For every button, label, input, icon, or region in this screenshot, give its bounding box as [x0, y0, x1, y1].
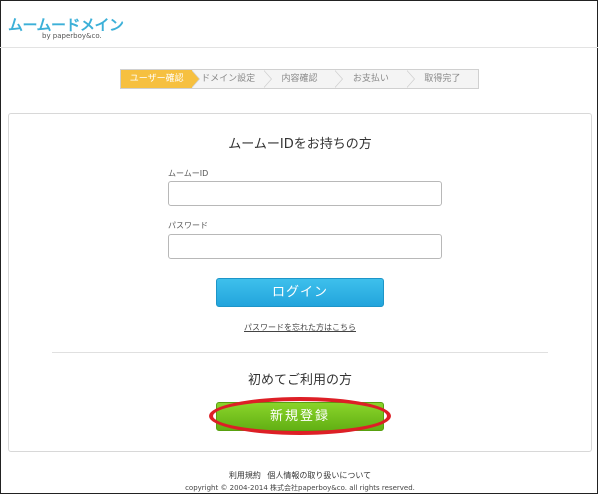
terms-link[interactable]: 利用規約 — [229, 471, 261, 480]
forgot-password-link[interactable]: パスワードを忘れた方はこちら — [0, 322, 600, 333]
section-divider — [52, 352, 548, 353]
login-button[interactable]: ログイン — [216, 278, 384, 307]
logo-subtitle: by paperboy&co. — [42, 32, 102, 40]
copyright-text: copyright © 2004-2014 株式会社paperboy&co. a… — [185, 484, 415, 492]
muumuu-id-label: ムームーID — [168, 169, 209, 178]
new-user-section-title: 初めてご利用の方 — [247, 373, 352, 388]
red-highlight-circle — [209, 397, 391, 435]
footer-links: 利用規約 個人情報の取り扱いについて — [0, 470, 600, 481]
password-label: パスワード — [168, 221, 208, 230]
site-logo[interactable]: ムームードメイン by paperboy&co. — [8, 14, 124, 40]
step-complete: 取得完了 — [407, 70, 478, 88]
step-arrow-icon — [262, 70, 272, 88]
step-arrow-icon — [334, 70, 344, 88]
step-domain-settings: ドメイン設定 — [192, 70, 272, 88]
progress-steps: ユーザー確認 ドメイン設定 内容確認 お支払い 取得完了 — [120, 69, 479, 89]
step-label: 取得完了 — [424, 74, 461, 84]
privacy-link[interactable]: 個人情報の取り扱いについて — [267, 471, 371, 480]
muumuu-id-input[interactable] — [168, 181, 442, 206]
step-label: 内容確認 — [281, 74, 318, 84]
password-input[interactable] — [168, 234, 442, 259]
step-confirm: 内容確認 — [264, 70, 344, 88]
step-arrow-icon — [405, 70, 415, 88]
step-user-check: ユーザー確認 — [121, 70, 201, 88]
step-label: お支払い — [352, 74, 389, 84]
step-arrow-icon — [191, 70, 201, 88]
step-payment: お支払い — [335, 70, 415, 88]
header-divider — [0, 47, 598, 48]
step-label: ユーザー確認 — [129, 74, 184, 84]
step-label: ドメイン設定 — [201, 74, 256, 84]
login-section-title: ムームーIDをお持ちの方 — [228, 137, 372, 152]
